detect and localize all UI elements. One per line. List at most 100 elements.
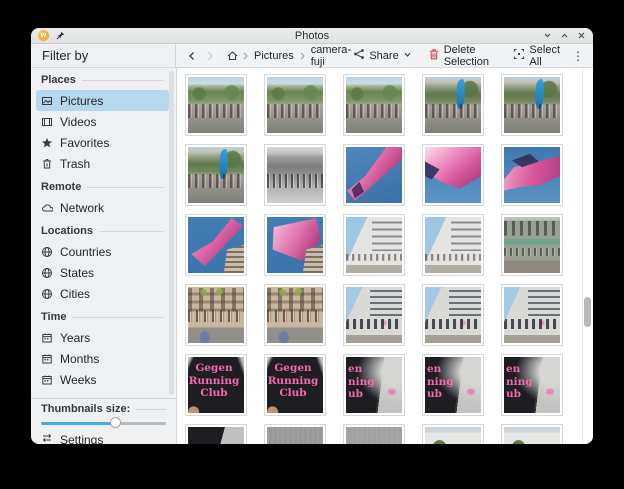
photo-beige-runners [267,287,323,343]
photo-thumbnail[interactable] [422,144,484,206]
maximize-button[interactable] [560,31,569,40]
sidebar-item-label: Countries [60,245,111,259]
sidebar-item-network[interactable]: Network [36,197,169,218]
photo-thumbnail[interactable] [264,424,326,444]
photo-thumbnail[interactable] [185,144,247,206]
photo-grid: Gegen Running Club Gegen Running Club en n… [177,68,593,444]
photo-thumbnail[interactable] [264,214,326,276]
photo-building-trees [504,427,560,444]
breadcrumb-separator-icon [298,51,307,61]
photo-runners-flag [425,77,481,133]
minimize-button[interactable] [543,31,552,40]
breadcrumb-camera-fuji[interactable]: camera-fuji [311,44,352,68]
close-button[interactable] [577,31,586,40]
section-title-locations: Locations [41,223,164,239]
photo-street-crowd [346,287,402,343]
photo-thumbnail[interactable] [422,424,484,444]
photo-thumbnail[interactable] [185,214,247,276]
slider-handle[interactable] [110,417,121,428]
photo-thumbnail[interactable] [343,284,405,346]
sidebar-item-pictures[interactable]: Pictures [36,90,169,111]
photo-thumbnail[interactable]: en ning ub [422,354,484,416]
photo-shirt-full: Gegen Running Club [188,357,244,413]
trash-icon [41,158,53,170]
sidebar-item-trash[interactable]: Trash [36,153,169,174]
photo-runners-flag [504,77,560,133]
toolbar: Pictures camera-fuji Share Delete Select… [176,44,593,67]
sidebar-item-states[interactable]: States [36,262,169,283]
sidebar-header: Filter by [31,44,176,67]
photo-thumbnail[interactable] [422,284,484,346]
photo-thumbnail[interactable] [185,284,247,346]
photo-crowd-park [267,77,323,133]
photo-thumbnail[interactable] [501,284,563,346]
sidebar-item-years[interactable]: Years [36,327,169,348]
photo-thumbnail[interactable] [185,424,247,444]
settings-button[interactable]: Settings [41,432,166,444]
breadcrumb-pictures[interactable]: Pictures [254,50,294,62]
photo-thumbnail[interactable] [264,144,326,206]
photo-thumbnail[interactable] [422,214,484,276]
delete-selection-button[interactable]: Delete Selection [428,44,500,68]
photo-thumbnail[interactable] [501,74,563,136]
sidebar-item-favorites[interactable]: Favorites [36,132,169,153]
photo-thumbnail[interactable] [501,214,563,276]
sidebar-item-months[interactable]: Months [36,348,169,369]
window-title: Photos [31,30,593,42]
photo-thumbnail[interactable] [264,74,326,136]
tshirt-print-text: en ning ub [348,363,375,401]
calendar-icon [41,374,53,386]
titlebar[interactable]: Photos [31,28,593,44]
overflow-menu-button[interactable]: ⋮ [572,50,584,62]
select-all-button[interactable]: Select All [513,44,560,68]
photo-street-building [425,217,481,273]
photo-thumbnail[interactable] [501,144,563,206]
photo-thumbnail[interactable]: en ning ub [343,354,405,416]
sidebar-item-cities[interactable]: Cities [36,283,169,304]
sidebar-item-label: Pictures [60,94,103,108]
thumbnails-size-label: Thumbnails size: [41,403,166,415]
photo-street-building [346,217,402,273]
tshirt-print-text: Gegen Running Club [267,362,319,400]
share-button[interactable]: Share [353,48,411,63]
sidebar-item-countries[interactable]: Countries [36,241,169,262]
photo-thumbnail[interactable] [501,424,563,444]
photo-thumbnail[interactable] [185,74,247,136]
photo-pink-corner2 [267,217,323,273]
cloud-icon [41,202,53,214]
photo-thumbnail[interactable] [264,284,326,346]
calendar-icon [41,395,53,397]
scrollbar-track-line [582,68,583,444]
sidebar-item-label: Trash [60,157,90,171]
photo-thumbnail[interactable]: Gegen Running Club [264,354,326,416]
sidebar-item-label: Favorites [60,136,109,150]
photo-thumbnail[interactable] [343,214,405,276]
photo-shirt-full: Gegen Running Club [267,357,323,413]
photo-thumbnail[interactable]: Gegen Running Club [185,354,247,416]
photo-thumbnail[interactable] [422,74,484,136]
slider-fill [41,422,116,425]
home-button[interactable] [226,49,239,62]
grid-scrollbar[interactable] [584,297,591,327]
sidebar-item-label: Cities [60,287,90,301]
section-title-remote: Remote [41,179,164,195]
forward-button[interactable] [204,50,216,62]
pin-icon [56,28,65,45]
trash-icon [428,48,440,64]
sidebar-item-days[interactable]: Days [36,390,169,396]
photo-thumbnail[interactable] [343,144,405,206]
back-button[interactable] [186,50,198,62]
photo-street-crowd [425,287,481,343]
globe-icon [41,288,53,300]
photo-building-trees [425,427,481,444]
photo-thumbnail[interactable] [343,424,405,444]
photo-thumbnail[interactable] [343,74,405,136]
tshirt-print-text: Gegen Running Club [188,362,240,400]
thumbnails-size-slider[interactable] [41,417,166,429]
sidebar-item-weeks[interactable]: Weeks [36,369,169,390]
sidebar-item-label: Videos [60,115,96,129]
photo-beige-runners [188,287,244,343]
photo-thumbnail[interactable]: en ning ub [501,354,563,416]
sidebar-scrollbar[interactable] [169,71,174,395]
sidebar-item-videos[interactable]: Videos [36,111,169,132]
